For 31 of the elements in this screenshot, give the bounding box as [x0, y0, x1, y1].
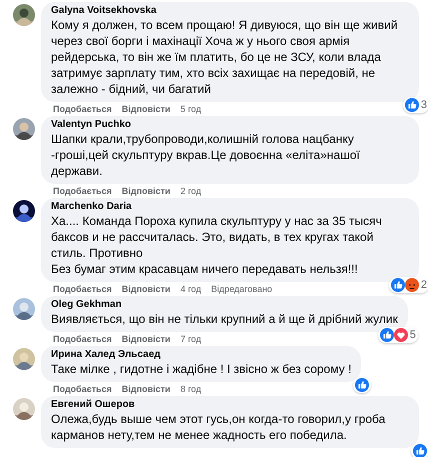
comment-text: Виявляється, що він не тільки крупний а й ще й дрібний жулик [51, 311, 398, 327]
reply-link[interactable]: Відповісти [122, 284, 170, 294]
author-name[interactable]: Ирина Халед Эльсаед [51, 349, 352, 360]
author-name[interactable]: Marchenko Daria [51, 201, 409, 212]
like-link[interactable]: Подобається [53, 284, 112, 294]
comment-text: Шапки крали,трубопроводи,колишній голова нацбанку -гроші,цей скульптуру вкрав.Це довоєнна «еліта»нашої держави. [51, 131, 361, 179]
author-name[interactable]: Евгений Ошеров [51, 399, 409, 410]
timestamp: 4 год [180, 284, 202, 294]
comment-text: Кому я должен, то всем прощаю! Я дивуюся, що він ще живий через свої борги і махінації Хоча ж у нього своя армія рейдерська, то він же їм платить, бо це не ЗСУ, коли влада затримує зарплату тим, хто всіх захищає на передовій, не залежно - бідний, чи багатий [51, 17, 399, 97]
reaction-badge[interactable]: 5 [378, 327, 418, 343]
author-name[interactable]: Oleg Gekhman [51, 299, 398, 310]
author-name[interactable]: Valentyn Puchko [51, 119, 409, 130]
like-link[interactable]: Подобається [53, 334, 112, 344]
reaction-badge[interactable]: 2 [388, 277, 428, 293]
reply-link[interactable]: Відповісти [122, 186, 170, 196]
like-link[interactable]: Подобається [53, 384, 112, 394]
comment-text: Ха.... Команда Пороха купила скульптуру у нас за 35 тысяч баксов и не рассчиталась. Это, видать, в тех кругах такой стиль. Противно Без бумаг этим красавцам ничего передавать нельзя!!! [51, 213, 383, 277]
timestamp: 2 год [180, 186, 202, 196]
like-link[interactable]: Подобається [53, 186, 112, 196]
reaction-badge[interactable]: 3 [402, 97, 428, 113]
timestamp: 8 год [180, 384, 202, 394]
edited-label: Відредаговано [211, 284, 272, 294]
comment-text: Таке мілке , гидотне і жадібне ! І звісно ж без сорому ! [51, 361, 352, 377]
reply-link[interactable]: Відповісти [122, 384, 170, 394]
comment-text: Олежа,будь выше чем этот гусь,он когда-то говорил,у гроба карманов нету,тем не менее жадность его победила. [51, 411, 386, 443]
timestamp: 7 год [180, 334, 202, 344]
author-name[interactable]: Galyna Voitsekhovska [51, 5, 409, 16]
timestamp: 5 год [180, 104, 202, 114]
like-link[interactable]: Подобається [53, 104, 112, 114]
reply-link[interactable]: Відповісти [122, 334, 170, 344]
reply-link[interactable]: Відповісти [122, 104, 170, 114]
